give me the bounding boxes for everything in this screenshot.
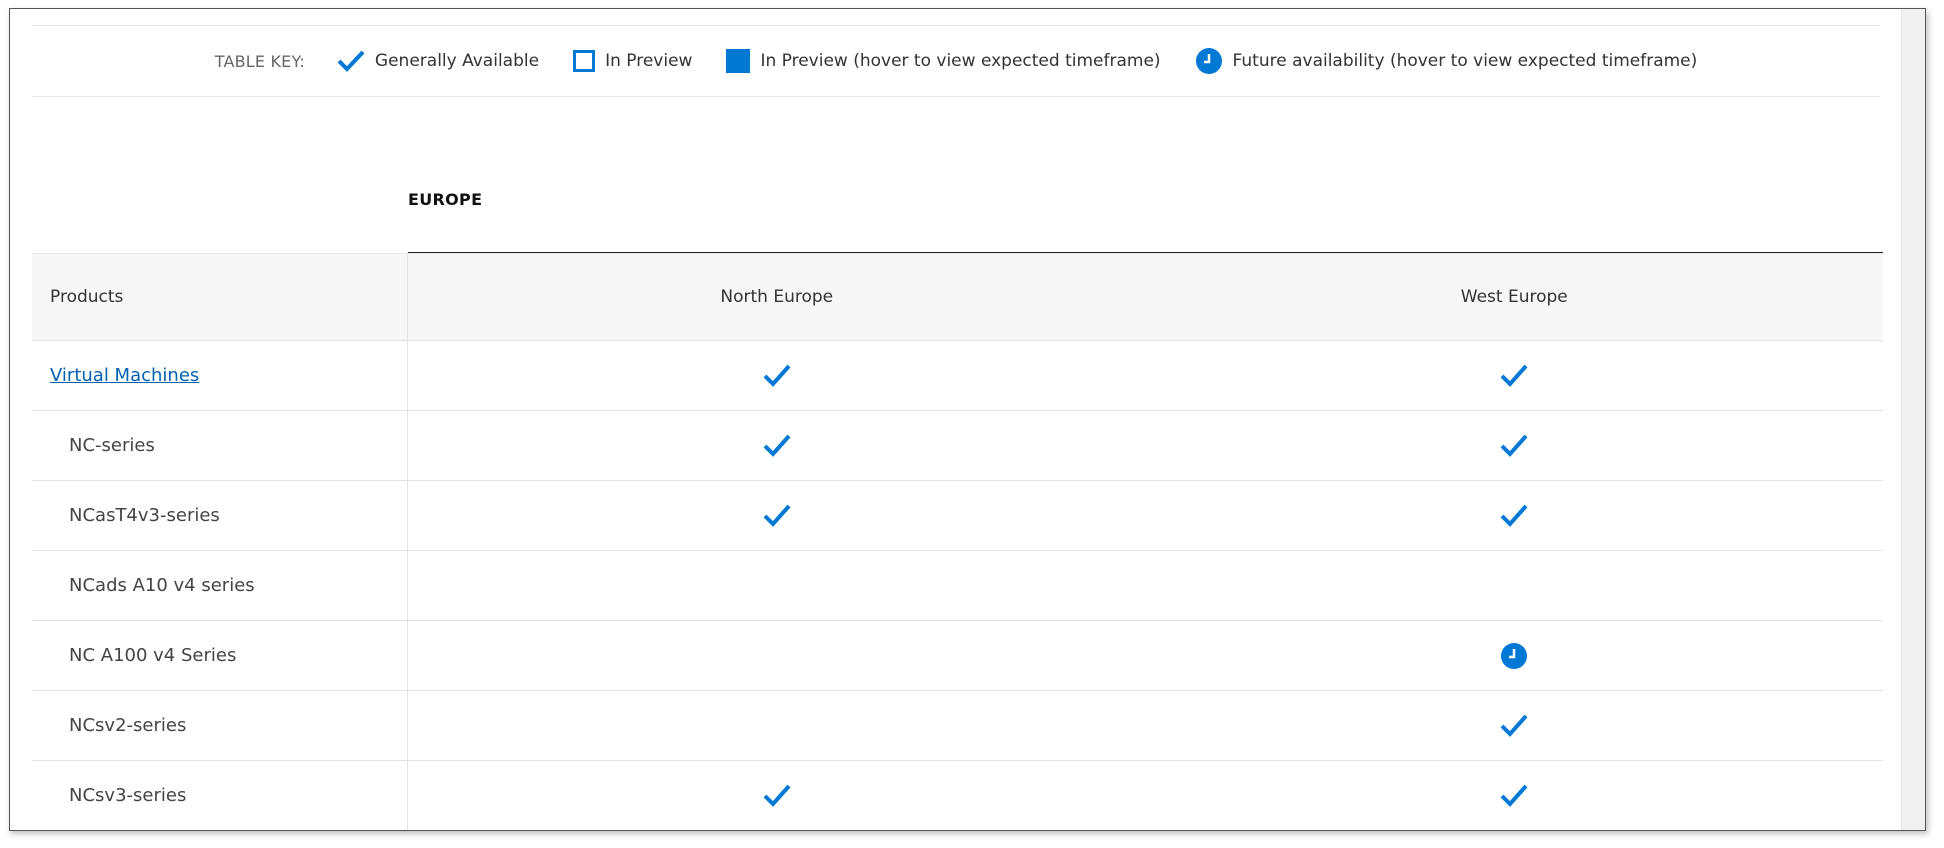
legend-item-generally-available: Generally Available (337, 49, 539, 73)
legend-label: In Preview (hover to view expected timef… (760, 51, 1161, 71)
table-row: NCads A10 v4 series (32, 551, 1883, 621)
table-row: NC-series (32, 411, 1883, 481)
check-icon (762, 783, 792, 809)
product-link-virtual-machines[interactable]: Virtual Machines (50, 365, 199, 386)
availability-cell-west-europe (1146, 761, 1884, 830)
table-row: NCsv3-series (32, 761, 1884, 830)
legend-label: Generally Available (374, 51, 540, 71)
page-frame: TABLE KEY: Generally Available In Previe… (9, 8, 1926, 831)
legend-item-in-preview: In Preview (573, 50, 692, 72)
check-icon (1499, 433, 1529, 459)
clock-icon[interactable] (1500, 642, 1528, 670)
table-row: NCasT4v3-series (32, 481, 1883, 551)
legend-item-in-preview-timeframe: In Preview (hover to view expected timef… (726, 49, 1161, 73)
products-column-header: Products (32, 254, 408, 340)
preview-outline-icon (573, 50, 596, 72)
table-row: NCsv2-series (32, 691, 1883, 761)
availability-cell-north-europe (408, 761, 1146, 830)
vertical-scrollbar[interactable] (1901, 9, 1925, 830)
table-row: Virtual Machines (32, 341, 1883, 411)
region-heading: EUROPE (408, 190, 483, 209)
availability-cell-west-europe (1146, 341, 1884, 410)
table-key-title: TABLE KEY: (214, 51, 305, 71)
availability-cell-north-europe (408, 621, 1146, 690)
check-icon (1499, 783, 1529, 809)
availability-cell-north-europe (408, 341, 1146, 410)
legend-item-future-availability: Future availability (hover to view expec… (1195, 47, 1698, 75)
legend-label: In Preview (605, 51, 693, 71)
availability-cell-north-europe (408, 551, 1146, 620)
availability-cell-west-europe (1146, 621, 1884, 690)
product-name: NC-series (69, 435, 155, 456)
product-cell: NCsv3-series (32, 761, 408, 830)
availability-cell-north-europe (408, 691, 1146, 760)
check-icon (762, 433, 792, 459)
check-icon (337, 49, 365, 73)
product-cell: NC A100 v4 Series (32, 621, 408, 690)
availability-table: Products North Europe West Europe Virtua… (32, 253, 1884, 830)
check-icon (1499, 503, 1529, 529)
product-cell: NC-series (32, 411, 408, 480)
column-header-west-europe: West Europe (1145, 254, 1883, 340)
product-name: NCsv2-series (69, 715, 187, 736)
check-icon (762, 363, 792, 389)
product-cell: NCasT4v3-series (32, 481, 408, 550)
column-header-north-europe: North Europe (408, 254, 1146, 340)
preview-filled-icon (726, 49, 751, 73)
availability-cell-north-europe (408, 411, 1146, 480)
product-name: NCasT4v3-series (69, 505, 220, 526)
check-icon (1499, 713, 1529, 739)
product-name: NCsv3-series (69, 785, 187, 806)
availability-cell-north-europe (408, 481, 1146, 550)
product-cell: NCads A10 v4 series (32, 551, 408, 620)
product-name: NC A100 v4 Series (69, 645, 237, 666)
check-icon (1499, 363, 1529, 389)
legend-label: Future availability (hover to view expec… (1232, 51, 1698, 71)
clock-icon (1195, 47, 1223, 75)
availability-cell-west-europe (1146, 551, 1884, 620)
table-key: TABLE KEY: Generally Available In Previe… (32, 25, 1880, 97)
check-icon (762, 503, 792, 529)
product-cell: Virtual Machines (32, 341, 408, 410)
product-cell: NCsv2-series (32, 691, 408, 760)
product-name: NCads A10 v4 series (69, 575, 255, 596)
availability-cell-west-europe (1146, 411, 1884, 480)
availability-cell-west-europe (1146, 691, 1884, 760)
availability-cell-west-europe (1146, 481, 1884, 550)
table-row: NC A100 v4 Series (32, 621, 1883, 691)
table-header-row: Products North Europe West Europe (32, 253, 1883, 341)
